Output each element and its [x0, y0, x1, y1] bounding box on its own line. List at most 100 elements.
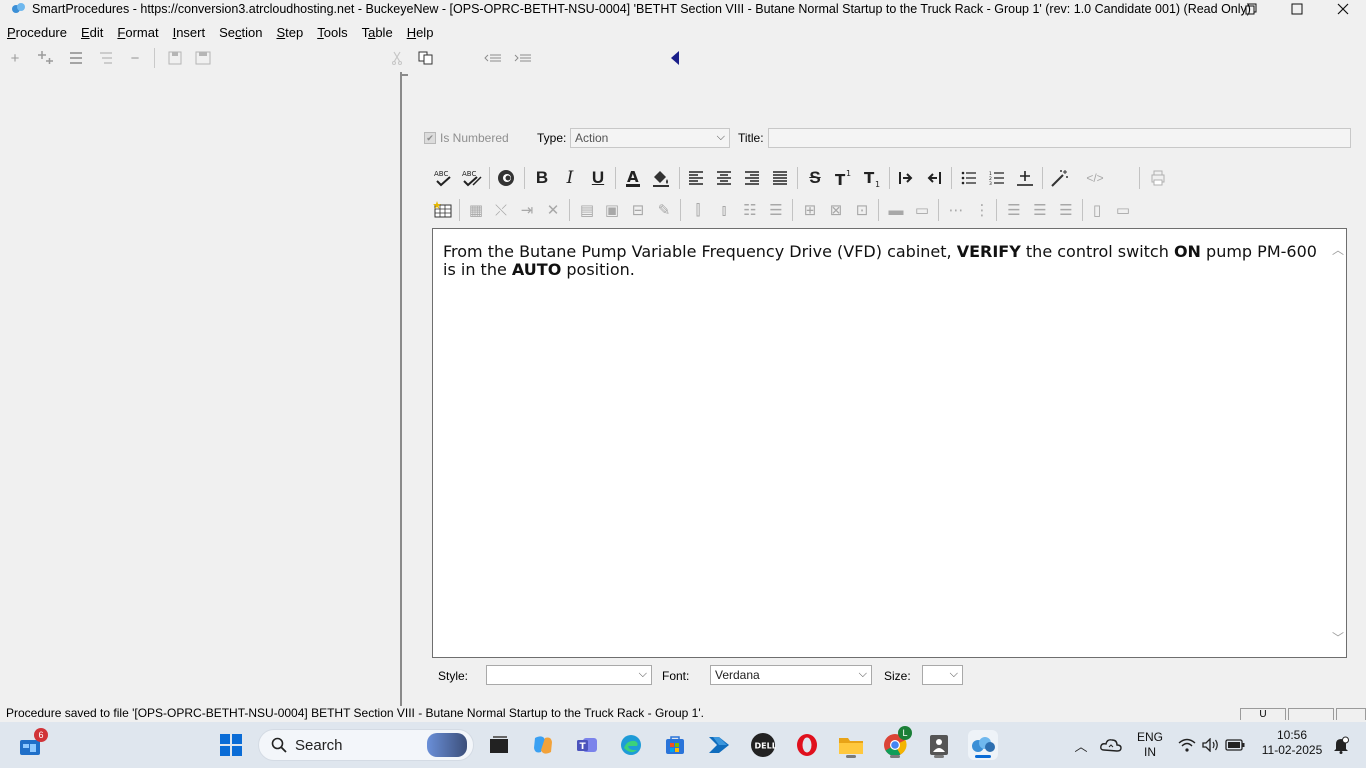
menu-item-procedure[interactable]: Procedure: [7, 25, 67, 40]
insert-column-left-icon[interactable]: ⫿: [686, 198, 710, 222]
decrease-indent-icon[interactable]: [922, 166, 946, 190]
menu-item-insert[interactable]: Insert: [173, 25, 206, 40]
delete-column-icon[interactable]: ⇥: [515, 198, 539, 222]
row-height-icon[interactable]: ▭: [1111, 198, 1135, 222]
smartprocedures-taskbar-icon[interactable]: [968, 730, 998, 760]
language-indicator[interactable]: ENG IN: [1134, 730, 1166, 760]
clock[interactable]: 10:56 11-02-2025: [1254, 728, 1330, 758]
font-color-icon[interactable]: A: [621, 166, 645, 190]
delete-table-icon[interactable]: ⤬: [489, 198, 513, 222]
step-text-content[interactable]: From the Butane Pump Variable Frequency …: [443, 243, 1323, 279]
underline-icon[interactable]: U: [586, 166, 610, 190]
cell-align-right-icon[interactable]: ☰: [1054, 198, 1078, 222]
cut-icon[interactable]: [386, 48, 408, 68]
restore-button[interactable]: [1228, 0, 1274, 18]
strikethrough-icon[interactable]: S: [803, 166, 827, 190]
microsoft-store-icon[interactable]: [660, 730, 690, 760]
justify-icon[interactable]: [768, 166, 792, 190]
delete-row-icon[interactable]: ✕: [541, 198, 565, 222]
type-select[interactable]: Action ⌵: [570, 128, 730, 148]
insert-row-above-icon[interactable]: ☷: [738, 198, 762, 222]
subscript-icon[interactable]: T1: [860, 166, 884, 190]
pane-splitter[interactable]: [400, 72, 402, 706]
power-automate-icon[interactable]: [704, 730, 734, 760]
is-numbered-checkbox[interactable]: ✔: [424, 132, 436, 144]
widgets-icon[interactable]: 6: [16, 728, 48, 760]
bulleted-list-icon[interactable]: [957, 166, 981, 190]
save-icon[interactable]: [164, 48, 186, 68]
add-substep-icon[interactable]: [34, 48, 56, 68]
increase-indent-icon[interactable]: [894, 166, 918, 190]
copy-icon[interactable]: [415, 48, 437, 68]
insert-column-right-icon[interactable]: ⫾: [712, 198, 736, 222]
table-properties-icon[interactable]: ▦: [464, 198, 488, 222]
dell-app-icon[interactable]: DELL: [748, 730, 778, 760]
teams-icon[interactable]: T: [572, 730, 602, 760]
cell-bottom-icon[interactable]: ▭: [910, 198, 934, 222]
numbered-list-icon[interactable]: 123: [985, 166, 1009, 190]
merge-right-icon[interactable]: ⊡: [850, 198, 874, 222]
highlight-fill-icon[interactable]: [649, 166, 673, 190]
windows-start-icon[interactable]: [216, 730, 246, 760]
menu-item-format[interactable]: Format: [117, 25, 158, 40]
add-step-icon[interactable]: +: [4, 48, 26, 68]
column-width-icon[interactable]: ▯: [1085, 198, 1109, 222]
menu-item-tools[interactable]: Tools: [317, 25, 347, 40]
html-source-icon[interactable]: </>: [1083, 166, 1107, 190]
file-explorer-icon[interactable]: [836, 730, 866, 760]
close-button[interactable]: [1320, 0, 1366, 18]
menu-item-section[interactable]: Section: [219, 25, 262, 40]
remove-step-icon[interactable]: −: [124, 48, 146, 68]
maximize-button[interactable]: [1274, 0, 1320, 18]
superscript-icon[interactable]: T1: [831, 166, 855, 190]
align-left-icon[interactable]: [684, 166, 708, 190]
step-text-editor[interactable]: From the Butane Pump Variable Frequency …: [432, 228, 1347, 658]
special-character-icon[interactable]: [494, 166, 518, 190]
task-view-icon[interactable]: [484, 730, 514, 760]
opera-browser-icon[interactable]: [792, 730, 822, 760]
indent-icon[interactable]: [512, 48, 534, 68]
insert-table-icon[interactable]: [431, 198, 455, 222]
cell-edit-icon[interactable]: ✎: [652, 198, 676, 222]
italic-icon[interactable]: I: [558, 166, 582, 190]
outdent-icon[interactable]: [482, 48, 504, 68]
edge-browser-icon[interactable]: [616, 730, 646, 760]
remote-desktop-icon[interactable]: [924, 730, 954, 760]
collapse-pane-arrow-icon[interactable]: [664, 48, 686, 68]
distribute-columns-icon[interactable]: ⋯: [944, 198, 968, 222]
chrome-browser-icon[interactable]: L: [880, 726, 912, 760]
align-right-icon[interactable]: [740, 166, 764, 190]
insert-row-below-icon[interactable]: ☰: [764, 198, 788, 222]
menu-item-table[interactable]: Table: [362, 25, 393, 40]
menu-item-step[interactable]: Step: [276, 25, 303, 40]
menu-item-edit[interactable]: Edit: [81, 25, 103, 40]
list-lines-icon[interactable]: [65, 48, 87, 68]
print-icon[interactable]: [1146, 166, 1170, 190]
cell-align-left-icon[interactable]: ☰: [1002, 198, 1026, 222]
menu-item-help[interactable]: Help: [407, 25, 434, 40]
style-select[interactable]: ⌵: [486, 665, 652, 685]
align-center-icon[interactable]: [712, 166, 736, 190]
table-grid-icon[interactable]: ▤: [575, 198, 599, 222]
scroll-down-icon[interactable]: ﹀: [1332, 629, 1344, 646]
cell-align-center-icon[interactable]: ☰: [1028, 198, 1052, 222]
editor-vertical-scrollbar[interactable]: ︿ ﹀: [1330, 229, 1346, 657]
split-cell-icon[interactable]: ⊞: [798, 198, 822, 222]
spellcheck-icon[interactable]: ABC: [431, 166, 455, 190]
font-select[interactable]: Verdana ⌵: [710, 665, 872, 685]
magic-wand-icon[interactable]: [1048, 166, 1072, 190]
cell-border-icon[interactable]: ⊟: [626, 198, 650, 222]
bold-icon[interactable]: B: [530, 166, 554, 190]
scroll-up-icon[interactable]: ︿: [1332, 241, 1344, 258]
procedure-tree-pane[interactable]: [0, 72, 400, 702]
onedrive-sync-icon[interactable]: [1096, 730, 1126, 760]
show-hidden-icons-chevron-icon[interactable]: ︿: [1066, 730, 1096, 760]
insert-horizontal-line-icon[interactable]: [1013, 166, 1037, 190]
cell-top-icon[interactable]: ▬: [884, 198, 908, 222]
cell-properties-icon[interactable]: ▣: [600, 198, 624, 222]
spellcheck-as-you-type-icon[interactable]: ABC: [460, 166, 484, 190]
save-all-icon[interactable]: [192, 48, 214, 68]
taskbar-search-box[interactable]: Search: [258, 729, 474, 761]
battery-icon[interactable]: [1220, 730, 1250, 760]
copilot-icon[interactable]: [528, 730, 558, 760]
